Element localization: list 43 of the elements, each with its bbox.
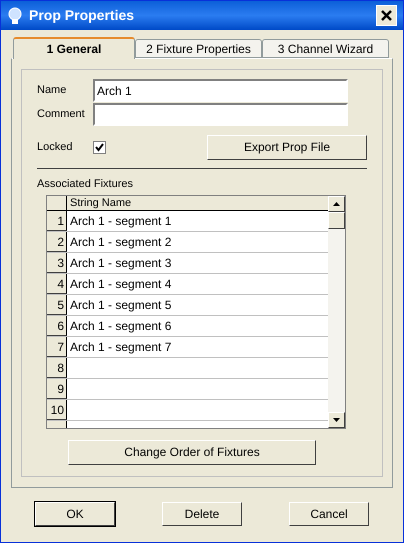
lightbulb-icon <box>7 6 23 24</box>
change-order-button[interactable]: Change Order of Fixtures <box>68 440 316 464</box>
table-cell-text: Arch 1 - segment 7 <box>69 338 172 356</box>
row-number: 5 <box>47 294 67 314</box>
scrollbar[interactable] <box>328 196 345 428</box>
scroll-up-button[interactable] <box>328 196 345 212</box>
name-field[interactable]: Arch 1 <box>93 79 348 102</box>
scroll-thumb[interactable] <box>328 212 345 228</box>
tab[interactable]: 2 Fixture Properties <box>135 39 262 58</box>
export-button[interactable]: Export Prop File <box>207 134 367 160</box>
dialog-button[interactable]: Delete <box>162 502 242 526</box>
row-number: 3 <box>47 252 67 272</box>
dialog-button[interactable]: OK <box>35 502 115 526</box>
row-number: 10 <box>47 400 67 420</box>
locked-checkbox[interactable] <box>93 140 106 154</box>
associated-fixtures-label: Associated Fixtures <box>37 177 134 192</box>
close-icon <box>381 10 392 21</box>
table-cell-text: Arch 1 - segment 1 <box>69 212 172 230</box>
comment-label: Comment <box>37 107 86 122</box>
locked-label: Locked <box>37 140 74 155</box>
table-cell-text: Arch 1 - segment 3 <box>69 254 172 272</box>
row-number: 2 <box>47 232 67 252</box>
table-cell-text: Arch 1 - segment 6 <box>69 318 172 334</box>
close-button[interactable] <box>376 5 397 26</box>
column-header: String Name <box>69 196 132 210</box>
row-number: 6 <box>47 316 67 336</box>
down-arrow-icon <box>333 418 340 422</box>
scroll-down-button[interactable] <box>328 412 345 428</box>
row-number: 4 <box>47 274 67 294</box>
table-cell-text: Arch 1 - segment 4 <box>69 276 172 292</box>
window-title: Prop Properties <box>29 6 136 25</box>
row-number: 1 <box>47 210 67 230</box>
name-label: Name <box>37 83 68 98</box>
comment-field[interactable] <box>93 103 348 126</box>
row-number: 8 <box>47 358 67 378</box>
dialog-button[interactable]: Cancel <box>289 502 369 526</box>
row-number: 7 <box>47 336 67 356</box>
tab[interactable]: 1 General <box>13 37 135 59</box>
row-number: 9 <box>47 378 67 398</box>
table-cell-text: Arch 1 - segment 2 <box>69 234 172 250</box>
table-cell-text: Arch 1 - segment 5 <box>69 296 172 314</box>
up-arrow-icon <box>333 202 340 206</box>
tab[interactable]: 3 Channel Wizard <box>262 39 389 58</box>
